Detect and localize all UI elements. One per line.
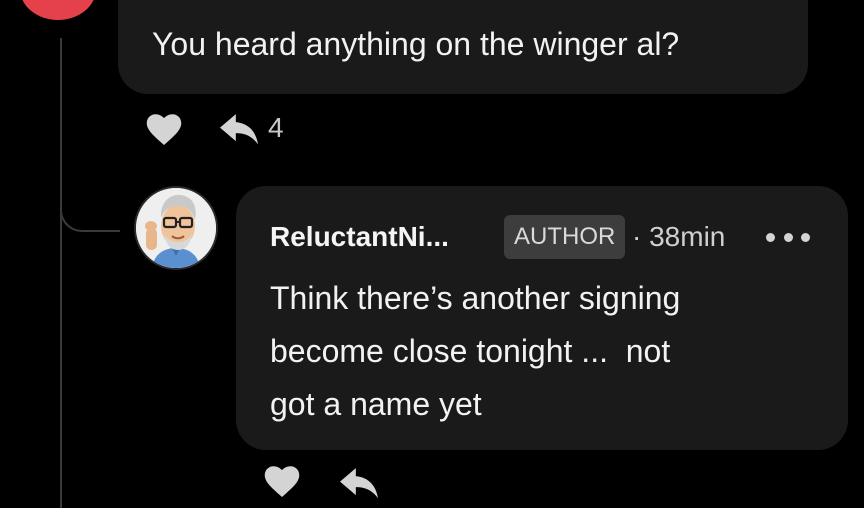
reply-count: 4 <box>268 112 284 143</box>
memoji-avatar-icon <box>136 188 216 268</box>
parent-comment-text: You heard anything on the winger al? <box>152 26 680 62</box>
reply-arrow-icon <box>340 468 378 499</box>
more-dots-icon <box>801 232 810 242</box>
author-badge: AUTHOR <box>504 215 626 259</box>
thread-line <box>60 38 62 508</box>
reply-text-line: become close tonight ... not <box>270 333 671 369</box>
reply-comment-text: Think there’s another signing become clo… <box>270 272 830 431</box>
comment-timestamp: · 38min <box>632 221 726 252</box>
heart-icon <box>146 114 182 145</box>
parent-reply-button[interactable] <box>220 114 258 146</box>
parent-like-button[interactable] <box>146 114 182 146</box>
more-dots-icon <box>783 232 793 242</box>
reply-arrow-icon <box>220 114 258 145</box>
reply-reply-button[interactable] <box>340 468 378 500</box>
heart-icon <box>264 466 300 497</box>
more-dots-icon <box>766 232 775 242</box>
more-options-button[interactable] <box>766 225 810 249</box>
author-name[interactable]: ReluctantNi... <box>270 220 449 254</box>
parent-avatar[interactable] <box>20 0 96 20</box>
author-avatar[interactable] <box>134 186 218 270</box>
reply-like-button[interactable] <box>264 466 300 498</box>
reply-text-line: got a name yet <box>270 386 482 422</box>
thread-branch-connector <box>60 180 120 232</box>
reply-text-line: Think there’s another signing <box>270 280 681 316</box>
